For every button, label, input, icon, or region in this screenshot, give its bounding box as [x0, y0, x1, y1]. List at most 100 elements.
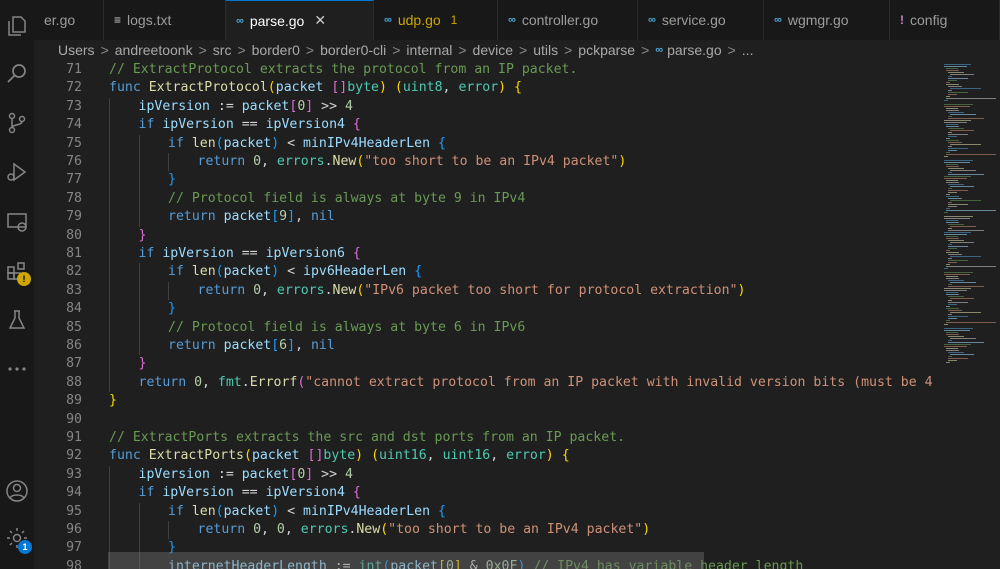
minimap-line	[950, 130, 975, 131]
close-tab-icon[interactable]: ✕	[314, 12, 326, 29]
code-line[interactable]: 81 if ipVersion == ipVersion6 {	[34, 245, 940, 263]
minimap-line	[948, 352, 964, 353]
code-line[interactable]: 93 ipVersion := packet[0] >> 4	[34, 466, 940, 484]
code-token: errors	[276, 154, 325, 169]
breadcrumb-item[interactable]: border0	[252, 42, 300, 58]
tab-parse-go[interactable]: ∞ parse.go ✕	[226, 0, 374, 40]
code-line[interactable]: 77}	[34, 171, 940, 189]
code-token: ipVersion	[162, 246, 234, 261]
code-line[interactable]: 95 if len(packet) < minIPv4HeaderLen {	[34, 503, 940, 521]
minimap-line	[944, 100, 948, 101]
code-token: {	[514, 80, 522, 96]
line-number: 96	[66, 522, 82, 537]
tab-config[interactable]: ! config	[890, 0, 1000, 40]
tab-label: parse.go	[249, 12, 305, 29]
breadcrumb-symbol[interactable]: ...	[742, 42, 754, 58]
search-icon[interactable]	[0, 57, 34, 91]
breadcrumb-item[interactable]: border0-cli	[320, 42, 386, 58]
testing-icon[interactable]	[0, 303, 34, 337]
minimap-line	[948, 284, 952, 285]
explorer-icon[interactable]	[0, 9, 34, 43]
horizontal-scrollbar[interactable]	[108, 552, 704, 569]
minimap[interactable]	[940, 60, 1000, 569]
breadcrumb-item[interactable]: device	[473, 42, 513, 58]
code-line[interactable]: 75 if len(packet) < minIPv4HeaderLen {	[34, 135, 940, 153]
accounts-icon[interactable]	[0, 474, 34, 508]
code-token: New	[332, 282, 357, 298]
code-line[interactable]: 94 if ipVersion == ipVersion4 {	[34, 484, 940, 502]
minimap-line	[948, 184, 964, 185]
breadcrumb-item[interactable]: Users	[58, 42, 95, 58]
tab-controller-go[interactable]: ∞ controller.go	[498, 0, 638, 40]
tab-wgmgr-go[interactable]: ∞ wgmgr.go	[764, 0, 890, 40]
indent-guide	[138, 502, 140, 521]
code-line[interactable]: 92 func ExtractPorts(packet []byte) (uint…	[34, 447, 940, 465]
minimap-line	[948, 86, 963, 87]
code-line[interactable]: 89}	[34, 392, 940, 410]
breadcrumb-item[interactable]: internal	[406, 42, 452, 58]
code-token: 0	[194, 374, 203, 390]
code-line[interactable]: 76 return 0, errors.New("too short to be …	[34, 153, 940, 171]
code-line[interactable]: 88 return 0, fmt.Errorf("cannot extract p…	[34, 374, 940, 392]
code-line[interactable]: 73 ipVersion := packet[0] >> 4	[34, 98, 940, 116]
breadcrumb-separator: >	[458, 42, 467, 58]
code-line[interactable]: 84}	[34, 300, 940, 318]
code-line[interactable]: 80}	[34, 227, 940, 245]
indent-guide	[109, 300, 110, 319]
code-line[interactable]: 74 if ipVersion == ipVersion4 {	[34, 116, 940, 134]
minimap-line	[946, 210, 996, 211]
code-line[interactable]: 90	[34, 411, 940, 429]
code-token: <	[279, 264, 304, 280]
code-line[interactable]: 78 // Protocol field is always at byte 9 …	[34, 190, 940, 208]
breadcrumb-item[interactable]: src	[213, 42, 232, 58]
line-number: 91	[66, 430, 82, 445]
breadcrumb-file[interactable]: parse.go	[667, 42, 721, 58]
code-line[interactable]: 79 return packet[9], nil	[34, 208, 940, 226]
manage-gear-icon[interactable]: 1	[0, 521, 34, 555]
minimap-line	[948, 246, 969, 247]
code-line[interactable]: 72 func ExtractProtocol(packet []byte) (u…	[34, 79, 940, 97]
breadcrumb-item[interactable]: pckparse	[578, 42, 635, 58]
remote-explorer-icon[interactable]	[0, 205, 34, 239]
more-icon[interactable]	[0, 352, 34, 386]
code-text: return 0, errors.New("too short to be an…	[198, 153, 627, 171]
minimap-line	[948, 94, 958, 95]
source-control-icon[interactable]	[0, 106, 34, 140]
code-line[interactable]: 83 return 0, errors.New("IPv6 packet too …	[34, 282, 940, 300]
code-token: errors	[276, 282, 325, 298]
breadcrumb-item[interactable]: andreetoonk	[115, 42, 193, 58]
minimap-line	[946, 166, 959, 167]
code-token: packet	[223, 338, 272, 353]
run-debug-icon[interactable]	[0, 155, 34, 189]
code-line[interactable]: 96 return 0, 0, errors.New("too short to …	[34, 521, 940, 539]
minimap-line	[948, 174, 984, 175]
minimap-line	[948, 204, 969, 205]
code-text: // ExtractProtocol extracts the protocol…	[109, 61, 577, 79]
extensions-icon[interactable]: !	[0, 255, 34, 289]
code-text: return packet[6], nil	[168, 337, 335, 355]
tab-service-go[interactable]: ∞ service.go	[638, 0, 764, 40]
breadcrumb-item[interactable]: utils	[533, 42, 558, 58]
code-line[interactable]: 91 // ExtractPorts extracts the src and d…	[34, 429, 940, 447]
indent-guide	[109, 337, 110, 356]
tab-logs-txt[interactable]: ≡ logs.txt	[104, 0, 226, 40]
tab-bar: er.go ≡ logs.txt ∞ parse.go ✕ ∞ udp.go 1…	[34, 0, 1000, 41]
tab-udp-go[interactable]: ∞ udp.go 1	[374, 0, 498, 40]
indent-guide	[109, 484, 110, 503]
minimap-line	[944, 330, 971, 331]
code-line[interactable]: 85 // Protocol field is always at byte 6 …	[34, 319, 940, 337]
code-line[interactable]: 87}	[34, 355, 940, 373]
code-line[interactable]: 71 // ExtractProtocol extracts the protoc…	[34, 61, 940, 79]
code-token: {	[438, 503, 446, 519]
code-line[interactable]: 86 return packet[6], nil	[34, 337, 940, 355]
code-token: // Protocol field is always at byte 6 in…	[168, 319, 526, 335]
code-token: }	[138, 356, 147, 372]
tab-er-go[interactable]: er.go	[34, 0, 104, 40]
indent-guide	[168, 521, 169, 540]
code-editor[interactable]: 71 // ExtractProtocol extracts the protoc…	[34, 60, 940, 569]
line-number: 76	[66, 154, 82, 169]
code-token: if	[168, 264, 192, 280]
code-line[interactable]: 82 if len(packet) < ipv6HeaderLen {	[34, 263, 940, 281]
code-token: []	[307, 448, 324, 464]
